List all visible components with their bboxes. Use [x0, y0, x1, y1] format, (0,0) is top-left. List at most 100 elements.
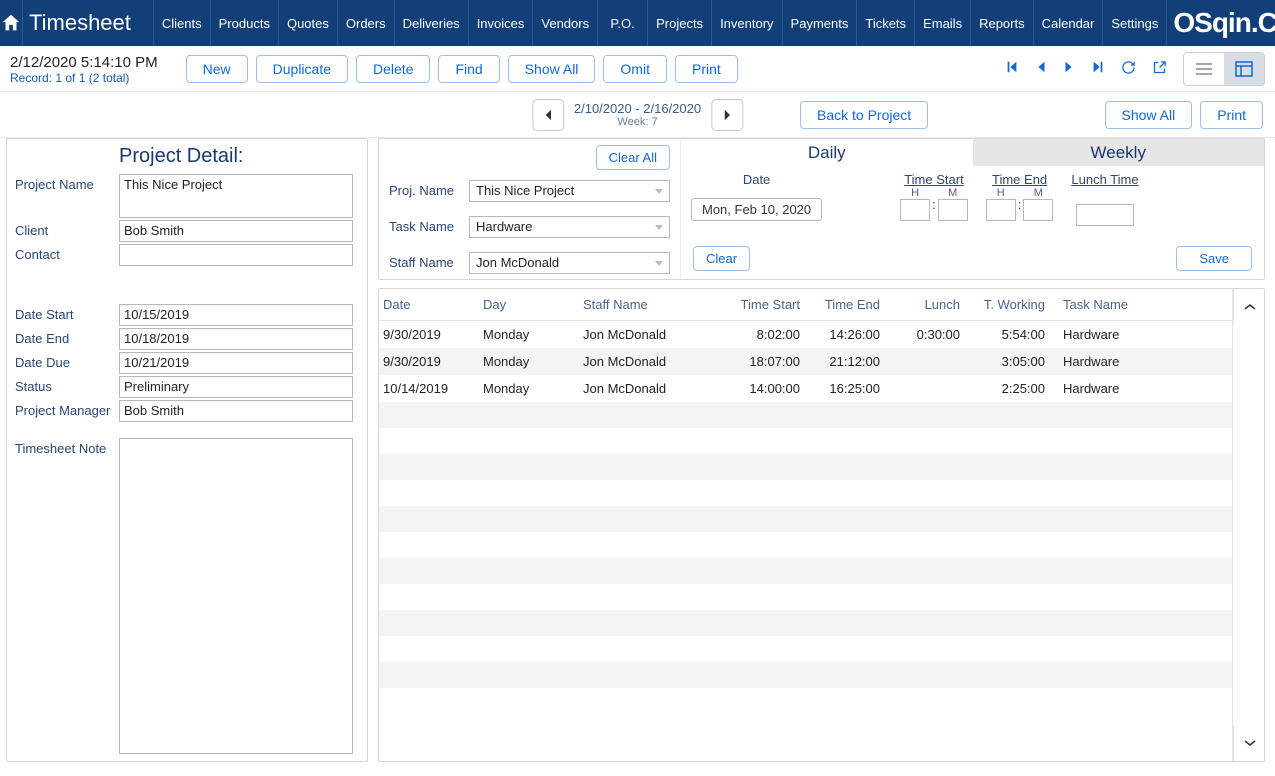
client-input[interactable]: Bob Smith	[119, 220, 353, 242]
time-end-m[interactable]	[1023, 199, 1053, 221]
th-task[interactable]: Task Name	[1059, 289, 1232, 321]
nav-item-emails[interactable]: Emails	[915, 0, 971, 46]
list-view-icon[interactable]	[1184, 53, 1224, 85]
delete-button[interactable]: Delete	[356, 55, 430, 83]
table-row[interactable]: 9/30/2019MondayJon McDonald18:07:0021:12…	[379, 348, 1232, 375]
back-to-project-button[interactable]: Back to Project	[800, 101, 928, 129]
table-row[interactable]: 9/30/2019MondayJon McDonald8:02:0014:26:…	[379, 321, 1232, 349]
nav-item-clients[interactable]: Clients	[154, 0, 211, 46]
tab-daily[interactable]: Daily	[681, 139, 973, 166]
save-button[interactable]: Save	[1176, 246, 1252, 271]
nav-item-inventory[interactable]: Inventory	[712, 0, 782, 46]
prev-week-button[interactable]	[532, 99, 564, 131]
project-manager-input[interactable]: Bob Smith	[119, 400, 353, 422]
table-row-empty	[379, 688, 1232, 714]
lunch-input[interactable]	[1076, 204, 1134, 226]
label-date-end: Date End	[15, 328, 119, 346]
timesheet-note-input[interactable]	[119, 438, 353, 754]
contact-input[interactable]	[119, 244, 353, 266]
time-start-m[interactable]	[938, 199, 968, 221]
subheader-right: Show All Print	[1105, 101, 1264, 129]
proj-name-dropdown[interactable]: This Nice Project	[469, 180, 670, 202]
toolbar-status: 2/12/2020 5:14:10 PM Record: 1 of 1 (2 t…	[4, 52, 166, 85]
th-day[interactable]: Day	[479, 289, 579, 321]
scroll-down-icon[interactable]	[1233, 725, 1265, 761]
subheader-showall-button[interactable]: Show All	[1105, 101, 1193, 129]
subheader-print-button[interactable]: Print	[1200, 101, 1263, 129]
clear-button[interactable]: Clear	[693, 246, 750, 271]
refresh-icon[interactable]	[1121, 60, 1136, 78]
nav-item-products[interactable]: Products	[211, 0, 279, 46]
date-value[interactable]: Mon, Feb 10, 2020	[691, 198, 822, 221]
nav-item-tickets[interactable]: Tickets	[857, 0, 915, 46]
date-end-input[interactable]: 10/18/2019	[119, 328, 353, 350]
table-row-empty	[379, 506, 1232, 532]
next-week-button[interactable]	[711, 99, 743, 131]
timesheet-table-panel: Date Day Staff Name Time Start Time End …	[378, 288, 1265, 762]
table-inner: Date Day Staff Name Time Start Time End …	[379, 289, 1232, 761]
table-row-empty	[379, 532, 1232, 558]
tab-weekly[interactable]: Weekly	[973, 139, 1265, 166]
staff-name-dropdown[interactable]: Jon McDonald	[469, 252, 670, 274]
find-button[interactable]: Find	[438, 55, 499, 83]
label-lunch: Lunch Time	[1071, 172, 1138, 187]
clear-all-button[interactable]: Clear All	[596, 145, 670, 170]
nav-item-calendar[interactable]: Calendar	[1034, 0, 1104, 46]
duplicate-button[interactable]: Duplicate	[256, 55, 348, 83]
project-name-input[interactable]: This Nice Project	[119, 174, 353, 218]
next-record-icon[interactable]	[1063, 60, 1075, 77]
date-start-input[interactable]: 10/15/2019	[119, 304, 353, 326]
export-icon[interactable]	[1152, 60, 1167, 78]
page-title: Timesheet	[23, 0, 154, 46]
table-row[interactable]: 10/14/2019MondayJon McDonald14:00:0016:2…	[379, 375, 1232, 402]
daily-weekly-section: Daily Weekly Date Mon, Feb 10, 2020 Time…	[681, 139, 1264, 279]
task-name-dropdown[interactable]: Hardware	[469, 216, 670, 238]
brand-dot: .	[1251, 7, 1258, 39]
omit-button[interactable]: Omit	[603, 55, 667, 83]
table-row-empty	[379, 402, 1232, 428]
table-wrap: Date Day Staff Name Time Start Time End …	[379, 289, 1264, 761]
first-record-icon[interactable]	[1005, 60, 1019, 77]
nav-item-payments[interactable]: Payments	[783, 0, 858, 46]
nav-item-invoices[interactable]: Invoices	[469, 0, 534, 46]
label-date-start: Date Start	[15, 304, 119, 322]
th-staff[interactable]: Staff Name	[579, 289, 729, 321]
filter-panel: Clear All Proj. NameThis Nice Project Ta…	[378, 138, 1265, 280]
th-time-end[interactable]: Time End	[814, 289, 894, 321]
label-date-due: Date Due	[15, 352, 119, 370]
time-end-h[interactable]	[986, 199, 1016, 221]
nav-item-quotes[interactable]: Quotes	[279, 0, 338, 46]
showall-button[interactable]: Show All	[508, 55, 596, 83]
nav-item-reports[interactable]: Reports	[971, 0, 1034, 46]
form-view-icon[interactable]	[1224, 53, 1264, 85]
time-start-h[interactable]	[900, 199, 930, 221]
th-time-start[interactable]: Time Start	[729, 289, 814, 321]
prev-record-icon[interactable]	[1035, 60, 1047, 77]
new-button[interactable]: New	[186, 55, 248, 83]
table-row-empty	[379, 662, 1232, 688]
th-date[interactable]: Date	[379, 289, 479, 321]
time-end-col: Time End H : M	[986, 172, 1054, 226]
nav-item-po[interactable]: P.O.	[598, 0, 648, 46]
print-button[interactable]: Print	[675, 55, 738, 83]
date-due-input[interactable]: 10/21/2019	[119, 352, 353, 374]
status-input[interactable]: Preliminary	[119, 376, 353, 398]
table-row-empty	[379, 454, 1232, 480]
main-area: Project Detail: Project NameThis Nice Pr…	[0, 138, 1275, 772]
last-record-icon[interactable]	[1091, 60, 1105, 77]
time-start-inputs: H : M	[900, 187, 968, 221]
nav-item-vendors[interactable]: Vendors	[533, 0, 598, 46]
th-lunch[interactable]: Lunch	[894, 289, 974, 321]
table-row-empty	[379, 428, 1232, 454]
home-icon[interactable]	[0, 0, 23, 46]
label-project-manager: Project Manager	[15, 400, 119, 418]
week-subheader: 2/10/2020 - 2/16/2020 Week: 7 Back to Pr…	[0, 92, 1275, 138]
scroll-up-icon[interactable]	[1233, 289, 1265, 325]
brand-main: OSqin	[1173, 7, 1250, 39]
nav-item-deliveries[interactable]: Deliveries	[395, 0, 469, 46]
brand-c: C	[1258, 7, 1275, 39]
nav-item-projects[interactable]: Projects	[648, 0, 712, 46]
nav-item-orders[interactable]: Orders	[338, 0, 395, 46]
th-tworking[interactable]: T. Working	[974, 289, 1059, 321]
nav-item-settings[interactable]: Settings	[1103, 0, 1167, 46]
